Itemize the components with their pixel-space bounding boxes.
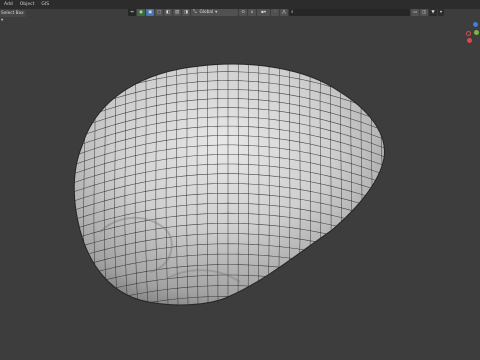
wire-line-vertical [377,71,385,305]
menu-bar: Add Object GIS [4,0,56,9]
wire-line-vertical [62,76,69,332]
select-icon[interactable]: ▣ [146,9,154,16]
orientation-icon: ⤡ [193,10,197,15]
proportional-icon[interactable]: ◦ [271,9,279,16]
wire-line-vertical [387,76,394,332]
mesh-wireframe [51,64,404,335]
gizmo-neg-x-icon[interactable] [467,38,472,43]
filter-dropdown[interactable]: ▾ [438,9,444,16]
transform-orientation-dropdown[interactable]: ⤡ Global ▾ [191,9,238,16]
menu-add[interactable]: Add [4,0,13,9]
wire-line-vertical [397,81,404,335]
cursor-icon[interactable]: ⇔ [128,9,136,16]
navigation-gizmo[interactable] [462,18,480,44]
select-mode-2[interactable]: ▢ [155,9,163,16]
select-mode-5[interactable]: ◨ [182,9,190,16]
3d-viewport[interactable]: Add Object GIS Select Box ▾ ⇔ ◉ ▣ ▢ ◧ ▤ … [0,0,480,360]
magnet-icon[interactable]: ∪ [248,9,256,16]
search-input[interactable]: ⌕ [289,9,410,16]
gizmo-y-axis-icon[interactable] [474,30,479,35]
select-mode-dropdown[interactable]: Select Box ▾ [0,10,26,23]
wire-line-horizontal [59,307,398,335]
select-mode-4[interactable]: ▤ [173,9,181,16]
chevron-down-icon: ▾ [215,10,218,15]
funnel-icon[interactable]: ▼ [429,9,437,16]
pivot-icon[interactable]: ⊙ [239,9,247,16]
mesh-silhouette [73,63,385,306]
globe-icon[interactable]: ◉ [137,9,145,16]
wire-line-vertical [51,81,58,335]
sculpt-mesh[interactable] [0,0,480,360]
proportional-falloff[interactable]: ⋀ [280,9,288,16]
select-mode-3[interactable]: ◧ [164,9,172,16]
gizmo-x-axis-icon[interactable] [466,31,471,36]
search-icon: ⌕ [291,10,294,15]
menu-object[interactable]: Object [20,0,35,9]
overlay-icon[interactable]: ◫ [420,9,428,16]
menu-gis[interactable]: GIS [41,0,49,9]
snap-dropdown[interactable]: ▪▾ [257,9,270,16]
gizmo-z-axis-icon[interactable] [473,22,478,27]
orientation-label: Global [199,10,214,15]
wire-line-horizontal [74,296,385,305]
wire-line-vertical [367,67,374,305]
viewport-toolbar: ⇔ ◉ ▣ ▢ ◧ ▤ ◨ ⤡ Global ▾ ⊙ ∪ ▪▾ ◦ ⋀ ⌕ ▭ … [128,8,445,17]
visibility-icon[interactable]: ▭ [411,9,419,16]
